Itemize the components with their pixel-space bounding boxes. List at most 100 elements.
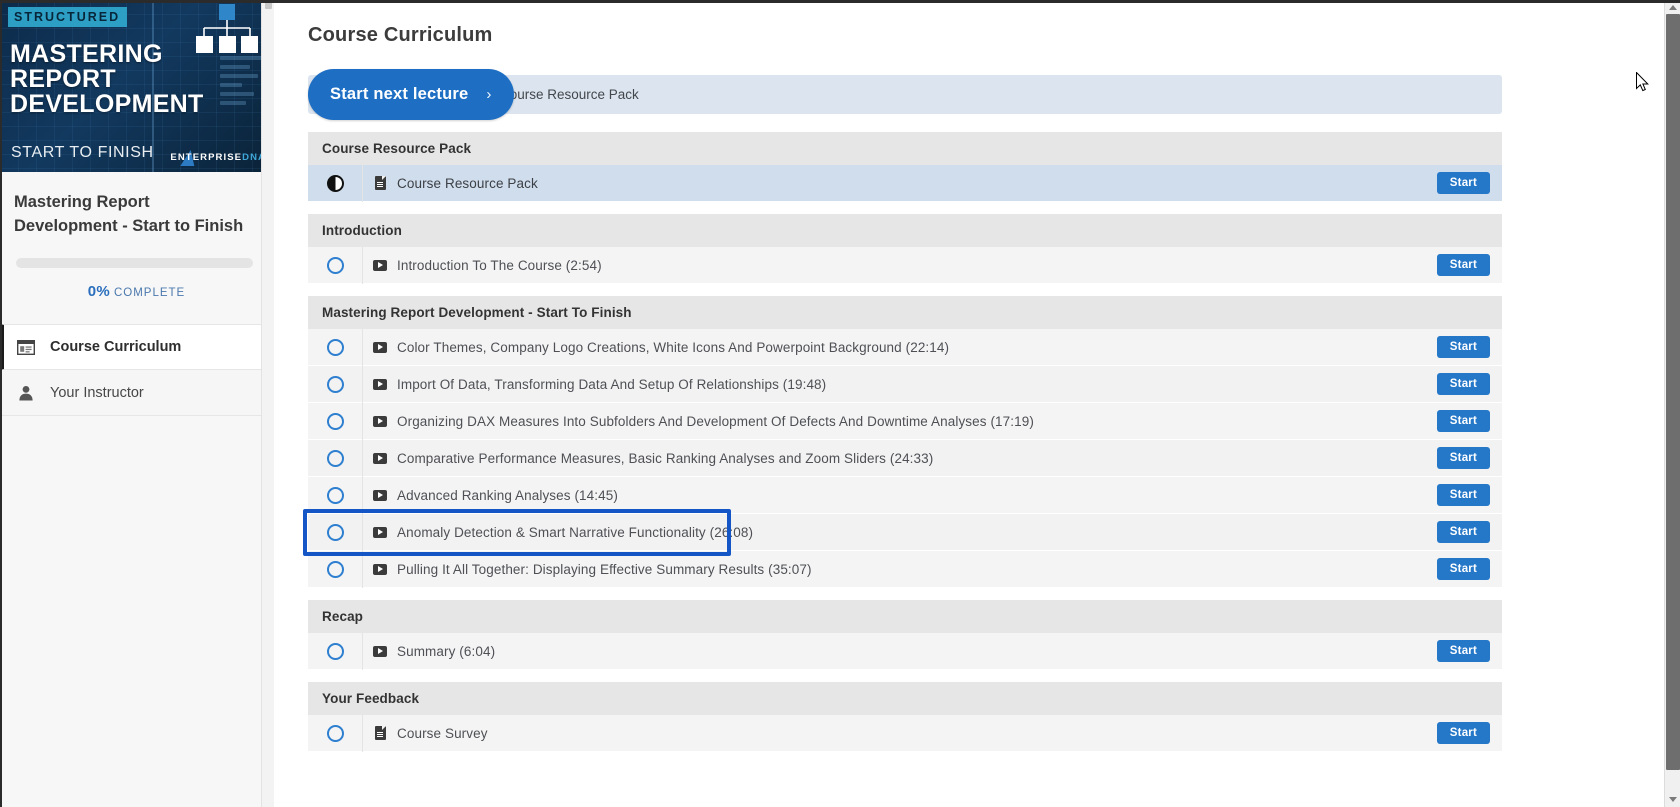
sidebar-course-title: Mastering Report Development - Start to … [14, 193, 244, 235]
sidebar-item-course-curriculum[interactable]: Course Curriculum [0, 324, 273, 370]
start-lecture-button[interactable]: Start [1436, 373, 1490, 395]
lecture-type-icon-wrap [363, 452, 397, 464]
banner-subtitle: START TO FINISH [11, 144, 154, 161]
lecture-type-icon-wrap [363, 341, 397, 353]
lecture-row[interactable]: Course Survey Start [308, 714, 1502, 752]
page-title: Course Curriculum [308, 24, 493, 46]
lecture-row[interactable]: Comparative Performance Measures, Basic … [308, 439, 1502, 477]
document-icon [374, 176, 386, 190]
brand-primary: ENTERPRISE [170, 152, 243, 163]
banner-tag: STRUCTURED [8, 7, 128, 27]
start-lecture-button[interactable]: Start [1436, 558, 1490, 580]
lecture-row[interactable]: Pulling It All Together: Displaying Effe… [308, 550, 1502, 588]
video-icon [373, 526, 387, 538]
sidebar-scrollbar[interactable] [261, 0, 274, 807]
section-header-label: Course Resource Pack [322, 141, 472, 156]
page-scrollbar-thumb[interactable] [1666, 14, 1680, 770]
lecture-row[interactable]: Import Of Data, Transforming Data And Se… [308, 365, 1502, 403]
lecture-status [308, 449, 362, 467]
start-lecture-button[interactable]: Start [1436, 484, 1490, 506]
lecture-status [308, 724, 362, 742]
start-lecture-button[interactable]: Start [1436, 521, 1490, 543]
course-page: STRUCTURED MASTERING REPORT DEVELOPMENT … [0, 0, 1680, 807]
scrollbar-down-arrow-icon[interactable] [1669, 797, 1677, 802]
lecture-row[interactable]: Anomaly Detection & Smart Narrative Func… [308, 513, 1502, 551]
section-header-label: Mastering Report Development - Start To … [322, 305, 632, 320]
sidebar-item-your-instructor-label: Your Instructor [50, 384, 144, 401]
window-frame-top [0, 0, 1680, 3]
lecture-type-icon-wrap [363, 563, 397, 575]
video-icon [373, 378, 387, 390]
circle-icon [326, 724, 344, 742]
circle-icon [326, 412, 344, 430]
start-next-lecture-button[interactable]: Start next lecture › [308, 69, 514, 120]
circle-icon [326, 642, 344, 660]
start-lecture-button[interactable]: Start [1436, 336, 1490, 358]
lecture-type-icon-wrap [363, 645, 397, 657]
circle-icon [326, 560, 344, 578]
lecture-row[interactable]: Summary (6:04) Start [308, 632, 1502, 670]
sidebar: STRUCTURED MASTERING REPORT DEVELOPMENT … [0, 0, 274, 807]
lecture-row[interactable]: Course Resource Pack Start [308, 164, 1502, 202]
lecture-status [308, 523, 362, 541]
start-lecture-button[interactable]: Start [1436, 447, 1490, 469]
curriculum-icon [16, 338, 36, 356]
mouse-cursor [1636, 72, 1649, 92]
video-icon [373, 259, 387, 271]
banner-title-line3: DEVELOPMENT [10, 90, 204, 118]
start-next-lecture-label: Start next lecture [330, 85, 469, 103]
section-header-label: Introduction [322, 223, 402, 238]
lecture-status [308, 486, 362, 504]
half-circle-icon [326, 174, 344, 192]
section-header: Mastering Report Development - Start To … [308, 296, 1502, 329]
curriculum-section: Recap Summary (6:04) Start [308, 600, 1502, 670]
start-lecture-button[interactable]: Start [1436, 640, 1490, 662]
org-chart-icon [196, 4, 258, 53]
chevron-right-icon: › [486, 86, 492, 103]
curriculum-section: Your Feedback Course Survey Start [308, 682, 1502, 752]
lecture-status [308, 412, 362, 430]
sidebar-nav: Course Curriculum Your Instructor [0, 324, 273, 416]
person-icon [16, 384, 36, 402]
enterprise-dna-logo: ENTERPRISEDNA [170, 152, 266, 163]
main-content: Course Curriculum Start next lecture › C… [274, 0, 1680, 807]
section-header: Your Feedback [308, 682, 1502, 715]
sidebar-scrollbar-thumb[interactable] [265, 2, 272, 9]
scrollbar-up-arrow-icon[interactable] [1669, 5, 1677, 10]
lecture-type-icon-wrap [363, 526, 397, 538]
lecture-status [308, 560, 362, 578]
lecture-type-icon-wrap [363, 259, 397, 271]
start-lecture-button[interactable]: Start [1436, 254, 1490, 276]
lecture-title: Pulling It All Together: Displaying Effe… [397, 561, 812, 577]
lecture-row[interactable]: Color Themes, Company Logo Creations, Wh… [308, 328, 1502, 366]
curriculum-section: Course Resource Pack Course Resource Pack… [308, 132, 1502, 202]
lecture-title: Organizing DAX Measures Into Subfolders … [397, 413, 1034, 429]
lecture-row[interactable]: Advanced Ranking Analyses (14:45) Start [308, 476, 1502, 514]
start-lecture-button[interactable]: Start [1436, 722, 1490, 744]
section-header: Recap [308, 600, 1502, 633]
lecture-title: Course Resource Pack [397, 175, 538, 191]
lecture-status [308, 256, 362, 274]
lecture-title: Comparative Performance Measures, Basic … [397, 450, 934, 466]
page-scrollbar[interactable] [1664, 0, 1680, 807]
circle-icon [326, 256, 344, 274]
lecture-row[interactable]: Introduction To The Course (2:54) Start [308, 246, 1502, 284]
curriculum-section: Introduction Introduction To The Course (… [308, 214, 1502, 284]
start-lecture-button[interactable]: Start [1436, 410, 1490, 432]
course-banner: STRUCTURED MASTERING REPORT DEVELOPMENT … [0, 0, 274, 172]
video-icon [373, 415, 387, 427]
banner-title-line1: MASTERING [10, 40, 163, 68]
lecture-title: Anomaly Detection & Smart Narrative Func… [397, 524, 754, 540]
banner-title-line2: REPORT [10, 65, 116, 93]
circle-icon [326, 523, 344, 541]
lecture-status [308, 338, 362, 356]
lecture-status [308, 642, 362, 660]
start-lecture-button[interactable]: Start [1436, 172, 1490, 194]
sidebar-item-course-curriculum-label: Course Curriculum [50, 339, 182, 355]
banner-data-blocks-decoration [220, 56, 264, 110]
lecture-row[interactable]: Organizing DAX Measures Into Subfolders … [308, 402, 1502, 440]
next-lecture-name: Course Resource Pack [500, 87, 639, 102]
sidebar-item-your-instructor[interactable]: Your Instructor [0, 370, 273, 416]
lecture-title: Course Survey [397, 725, 488, 741]
banner-title: MASTERING REPORT DEVELOPMENT [10, 42, 204, 117]
